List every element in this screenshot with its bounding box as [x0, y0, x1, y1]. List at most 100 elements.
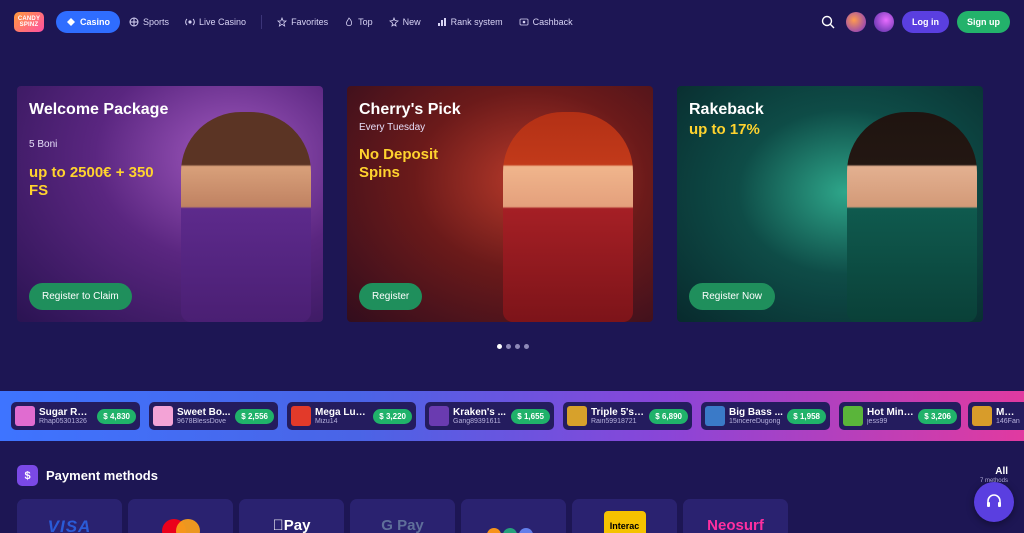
game-name: Mega Luc... — [315, 407, 370, 418]
register-button[interactable]: Register — [359, 283, 423, 310]
game-name: Mumm... — [996, 407, 1020, 418]
promo-model-image — [847, 112, 977, 322]
visa-logo: VISA — [47, 517, 92, 533]
game-thumbnail — [972, 406, 992, 426]
star-icon — [277, 17, 288, 27]
carousel-dot[interactable] — [497, 344, 502, 349]
apple-pay-logo: Pay — [273, 517, 311, 533]
win-amount: $ 3,220 — [373, 408, 412, 424]
brand-logo[interactable]: CANDY SPINZ — [14, 12, 44, 32]
view-all-link[interactable]: All — [995, 466, 1008, 477]
slide-title: Welcome Package — [29, 101, 169, 118]
win-item[interactable]: Mega Luc... Mizu14 $ 3,220 — [287, 402, 416, 430]
nav-new-label: New — [402, 17, 421, 27]
nav-live-casino[interactable]: Live Casino — [178, 11, 253, 33]
nav-casino-label: Casino — [80, 17, 111, 27]
carousel-dot[interactable] — [524, 344, 529, 349]
interac-logo: Interac — [603, 511, 646, 533]
slide-subtitle: Every Tuesday — [359, 122, 426, 133]
slide-subtitle: 5 Boni — [29, 139, 58, 150]
game-thumbnail — [291, 406, 311, 426]
slide-title: Cherry's Pick — [359, 101, 461, 118]
winner-name: Gang89391611 — [453, 418, 501, 425]
register-to-claim-button[interactable]: Register to Claim — [29, 283, 132, 310]
payment-card-mastercard[interactable] — [128, 499, 233, 533]
new-icon — [388, 17, 399, 27]
carousel-dot[interactable] — [515, 344, 520, 349]
game-name: Hot Mines — [867, 407, 915, 418]
win-item[interactable]: Sweet Bo... 9678BlessDove $ 2,556 — [149, 402, 278, 430]
nav-casino[interactable]: Casino — [56, 11, 121, 33]
payment-card-apple-pay[interactable]: Pay — [239, 499, 344, 533]
nav-sports[interactable]: Sports — [122, 11, 176, 33]
login-button[interactable]: Log in — [902, 11, 949, 33]
winner-name: Rhap05301326 — [39, 418, 87, 425]
nav-new[interactable]: New — [382, 11, 428, 33]
slide-offer: up to 2500€ + 350 FS — [29, 164, 154, 199]
game-thumbnail — [429, 406, 449, 426]
payment-methods-list: VISA Pay G Pay Interac Neosurf — [17, 499, 788, 533]
win-amount: $ 1,655 — [511, 408, 550, 424]
nav-sports-label: Sports — [143, 17, 170, 27]
carousel-dot[interactable] — [506, 344, 511, 349]
winner-name: 146Fang — [996, 418, 1020, 425]
game-thumbnail — [843, 406, 863, 426]
payment-methods-title: Payment methods — [46, 468, 158, 483]
nav-favorites-label: Favorites — [291, 17, 329, 27]
neosurf-logo: Neosurf — [707, 517, 764, 533]
cashback-icon — [519, 18, 529, 26]
win-item[interactable]: Big Bass ... 15incereDugong $ 1,958 — [701, 402, 830, 430]
recent-wins-ticker: Sugar Rush Rhap05301326 $ 4,830 Sweet Bo.… — [0, 391, 1024, 441]
game-name: Kraken's ... — [453, 407, 506, 418]
win-item[interactable]: Mumm...146Fang — [968, 402, 1024, 430]
payment-methods-header: $ Payment methods — [17, 465, 158, 486]
register-now-button[interactable]: Register Now — [689, 283, 776, 310]
nav-top[interactable]: Top — [337, 11, 380, 33]
live-icon — [185, 18, 195, 26]
payment-card-interac[interactable]: Interac — [572, 499, 677, 533]
payment-card-crypto[interactable] — [461, 499, 566, 533]
payment-card-visa[interactable]: VISA — [17, 499, 122, 533]
support-chat-button[interactable] — [974, 482, 1014, 522]
winner-name: Rain59918721 — [591, 418, 637, 425]
carousel-dots — [497, 344, 529, 349]
win-item[interactable]: Hot Mines jess99 $ 3,206 — [839, 402, 961, 430]
payment-card-google-pay[interactable]: G Pay — [350, 499, 455, 533]
winner-name: Mizu14 — [315, 418, 338, 425]
win-item[interactable]: Kraken's ... Gang89391611 $ 1,655 — [425, 402, 554, 430]
header-actions: Log in Sign up — [818, 11, 1010, 33]
promo-model-image — [503, 112, 633, 322]
search-button[interactable] — [818, 12, 838, 32]
win-amount: $ 2,556 — [235, 408, 274, 424]
game-thumbnail — [15, 406, 35, 426]
promo-character-icon[interactable] — [846, 12, 866, 32]
payment-card-neosurf[interactable]: Neosurf — [683, 499, 788, 533]
promo-slide-cherrys-pick[interactable]: Cherry's Pick Every Tuesday No Deposit S… — [347, 86, 653, 322]
main-nav: Casino Sports Live Casino Favorites Top … — [56, 11, 580, 33]
signup-button[interactable]: Sign up — [957, 11, 1010, 33]
nav-cashback[interactable]: Cashback — [512, 11, 580, 33]
game-thumbnail — [153, 406, 173, 426]
promo-model-image — [181, 112, 311, 322]
payment-icon: $ — [17, 465, 38, 486]
win-amount: $ 1,958 — [787, 408, 826, 424]
diamond-icon — [67, 18, 75, 26]
win-item[interactable]: Sugar Rush Rhap05301326 $ 4,830 — [11, 402, 140, 430]
nav-top-label: Top — [358, 17, 373, 27]
win-amount: $ 6,890 — [649, 408, 688, 424]
promo-slide-rakeback[interactable]: Rakeback up to 17% Register Now — [677, 86, 983, 322]
win-item[interactable]: Triple 5's:... Rain59918721 $ 6,890 — [563, 402, 692, 430]
nav-rank-system[interactable]: Rank system — [430, 11, 510, 33]
nav-cashback-label: Cashback — [532, 17, 573, 27]
game-name: Sugar Rush — [39, 407, 94, 418]
gem-character-icon[interactable] — [874, 12, 894, 32]
promo-slide-welcome[interactable]: Welcome Package 5 Boni up to 2500€ + 350… — [17, 86, 323, 322]
winner-name: 9678BlessDove — [177, 418, 227, 425]
nav-favorites[interactable]: Favorites — [270, 11, 335, 33]
nav-live-casino-label: Live Casino — [199, 17, 247, 27]
top-navbar: CANDY SPINZ Casino Sports Live Casino Fav… — [0, 0, 1024, 44]
slide-title: Rakeback — [689, 101, 764, 118]
slide-offer: No Deposit Spins — [359, 146, 439, 181]
game-thumbnail — [567, 406, 587, 426]
flame-icon — [346, 17, 353, 27]
